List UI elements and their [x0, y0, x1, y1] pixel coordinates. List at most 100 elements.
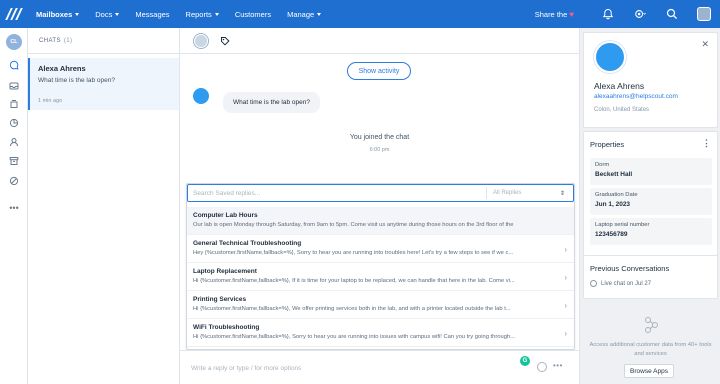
nav-customers[interactable]: Customers — [227, 0, 279, 28]
nav-reports[interactable]: Reports — [178, 0, 227, 28]
chats-header: CHATS (1) — [28, 28, 179, 54]
saved-replies-search-row: All Replies ⇕ — [187, 184, 574, 202]
property-item[interactable]: Dorm Beckett Hall — [590, 158, 712, 185]
search-button[interactable] — [656, 0, 688, 28]
customer-profile-avatar — [594, 41, 626, 73]
chevron-right-icon: › — [564, 273, 567, 282]
saved-reply-body: Hi {%customer.firstName,fallback=%}, If … — [193, 278, 515, 284]
chevron-down-icon — [75, 12, 80, 16]
helpscout-logo-icon[interactable] — [0, 0, 28, 28]
saved-reply-title: Printing Services — [193, 296, 247, 303]
customer-name: Alexa Ahrens — [594, 81, 645, 91]
saved-reply-item[interactable]: General Technical Troubleshooting Hey {%… — [187, 235, 574, 263]
nav-reports-label: Reports — [185, 9, 212, 19]
customer-profile-card: ✕ Alexa Ahrens alexaahrens@helpscout.com… — [583, 32, 718, 128]
person-icon — [10, 138, 18, 147]
user-menu-button[interactable] — [688, 0, 720, 28]
saved-reply-item[interactable]: Computer Lab Hours Our lab is open Monda… — [187, 207, 574, 235]
browse-apps-button[interactable]: Browse Apps — [624, 364, 674, 378]
rail-customers[interactable] — [8, 136, 20, 148]
stack-icon — [10, 100, 18, 108]
rail-more-icon[interactable]: ••• — [8, 202, 20, 214]
replies-filter-select[interactable]: All Replies ⇕ — [486, 187, 573, 199]
previous-conversation-item[interactable]: Live chat on Jul 27 — [590, 280, 651, 287]
property-value: Jun 1, 2023 — [595, 201, 631, 208]
rail-assigned[interactable] — [8, 98, 20, 110]
updown-chevron-icon: ⇕ — [559, 190, 565, 197]
notifications-button[interactable] — [592, 0, 624, 28]
saved-reply-body: Hey {%customer.firstName,fallback=%}, So… — [193, 250, 514, 256]
tag-icon[interactable] — [220, 36, 230, 46]
close-icon[interactable]: ✕ — [701, 39, 709, 50]
pie-chart-icon — [9, 118, 19, 128]
apps-promo-text: Access additional customer data from 40+… — [589, 342, 712, 357]
nav-customers-label: Customers — [234, 9, 272, 19]
chat-list-item[interactable]: Alexa Ahrens What time is the lab open? … — [28, 58, 179, 110]
saved-reply-title: Laptop Replacement — [193, 268, 257, 275]
kebab-menu-icon[interactable]: ⋮ — [702, 138, 711, 149]
chats-panel: CHATS (1) Alexa Ahrens What time is the … — [28, 28, 180, 384]
assignee-avatar[interactable] — [194, 33, 208, 48]
blocked-icon — [9, 176, 19, 186]
nav-mailboxes[interactable]: Mailboxes — [28, 0, 87, 28]
user-avatar — [697, 7, 711, 21]
bell-icon — [602, 8, 614, 20]
joined-notice: You joined the chat — [349, 134, 410, 141]
property-item[interactable]: Graduation Date Jun 1, 2023 — [590, 188, 712, 215]
show-activity-button[interactable]: Show activity — [347, 62, 411, 80]
status-gear-icon — [635, 10, 646, 18]
nav-mailboxes-label: Mailboxes — [36, 9, 73, 19]
saved-reply-item[interactable]: Printing Services Hi {%customer.firstNam… — [187, 291, 574, 319]
property-label: Dorm — [595, 162, 610, 168]
search-icon — [666, 8, 678, 20]
inbox-icon — [9, 82, 19, 90]
emoji-icon[interactable] — [537, 362, 547, 372]
share-label: Share the — [534, 9, 568, 19]
grammarly-icon[interactable]: G — [520, 356, 530, 366]
nav-messages-label: Messages — [135, 9, 170, 19]
share-the-love-link[interactable]: Share the ♥ — [535, 10, 574, 19]
rail-blocked[interactable] — [8, 175, 20, 187]
saved-reply-item[interactable]: WiFi Troubleshooting Hi {%customer.first… — [187, 319, 574, 347]
reply-input[interactable] — [191, 362, 441, 374]
previous-conversations-title: Previous Conversations — [590, 264, 670, 273]
property-value: 123456789 — [595, 231, 628, 238]
apps-network-icon — [645, 317, 658, 333]
heart-icon: ♥ — [569, 9, 574, 19]
nav-docs[interactable]: Docs — [87, 0, 127, 28]
more-options-icon[interactable]: ••• — [553, 361, 563, 370]
nav-docs-label: Docs — [95, 9, 113, 19]
saved-reply-title: Computer Lab Hours — [193, 212, 258, 219]
message-bubble: What time is the lab open? — [223, 92, 320, 113]
rail-chats[interactable] — [8, 59, 20, 71]
top-navigation: Mailboxes Docs Messages Reports Customer… — [0, 0, 720, 28]
user-initials-badge[interactable]: CL — [6, 34, 22, 50]
status-menu-button[interactable] — [624, 0, 656, 28]
saved-replies-search-input[interactable] — [188, 185, 486, 201]
joined-time: 6:00 pm — [369, 147, 390, 153]
customer-avatar — [193, 87, 209, 104]
archive-icon — [9, 157, 19, 165]
nav-messages[interactable]: Messages — [127, 0, 177, 28]
chevron-down-icon — [317, 12, 322, 16]
chevron-right-icon: › — [564, 245, 567, 254]
previous-conversations-card: Previous Conversations Live chat on Jul … — [583, 255, 718, 299]
properties-title: Properties — [590, 140, 625, 149]
rail-reports[interactable] — [8, 117, 20, 129]
nav-manage[interactable]: Manage — [279, 0, 329, 28]
chats-count: (1) — [63, 37, 73, 44]
chevron-right-icon: › — [564, 301, 567, 310]
property-item[interactable]: Laptop serial number 123456789 — [590, 218, 712, 245]
chat-time: 1 min ago — [38, 98, 63, 104]
saved-reply-body: Hi {%customer.firstName,fallback=%}, We … — [193, 306, 511, 312]
customer-email-link[interactable]: alexaahrens@helpscout.com — [594, 93, 678, 100]
nav-manage-label: Manage — [287, 9, 315, 19]
customer-sidebar: ✕ Alexa Ahrens alexaahrens@helpscout.com… — [579, 28, 720, 384]
chevron-down-icon — [214, 12, 219, 16]
saved-reply-item[interactable]: Laptop Replacement Hi {%customer.firstNa… — [187, 263, 574, 291]
properties-card: Properties ⋮ Dorm Beckett Hall Graduatio… — [583, 131, 718, 274]
chat-preview: What time is the lab open? — [38, 77, 115, 84]
rail-inbox[interactable] — [8, 80, 20, 92]
rail-archive[interactable] — [8, 155, 20, 167]
chat-customer-name: Alexa Ahrens — [38, 64, 86, 73]
